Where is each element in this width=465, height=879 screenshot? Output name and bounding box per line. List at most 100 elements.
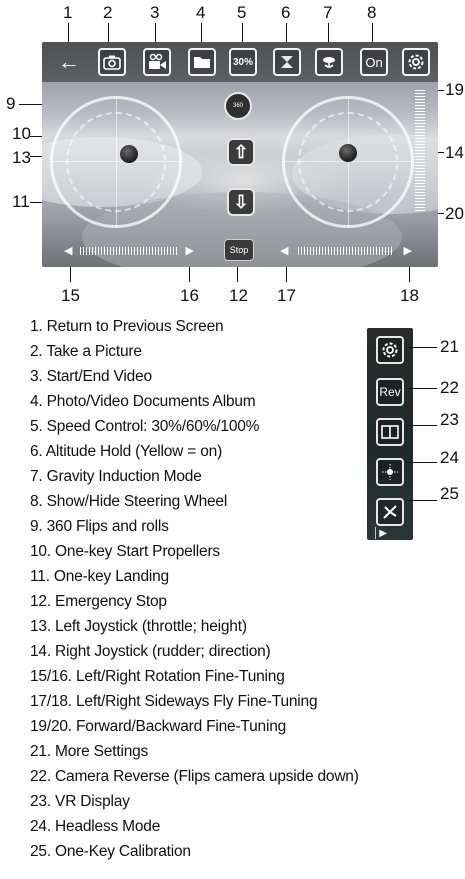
callout-12: 12 (229, 286, 248, 305)
leader-22 (407, 388, 437, 389)
stop-label: Stop (229, 245, 249, 255)
callout-10: 10 (12, 124, 31, 143)
legend-item-1: 1. Return to Previous Screen (30, 318, 224, 335)
camera-icon (103, 55, 121, 70)
camera-button[interactable] (98, 48, 126, 76)
landing-button[interactable]: ⇩ (227, 188, 255, 216)
sideways-right-arrow-icon[interactable]: ▶ (404, 245, 412, 257)
callout-16: 16 (180, 286, 199, 305)
flip-roll-label: 360 (232, 103, 243, 109)
settings-button[interactable] (402, 48, 430, 76)
callout-15: 15 (61, 286, 80, 305)
callout-8: 8 (367, 3, 377, 22)
legend-item-12: 12. Emergency Stop (30, 593, 167, 610)
callout-4: 4 (196, 3, 206, 22)
legend-item-13: 13. Left Joystick (throttle; height) (30, 618, 247, 635)
legend-item-3: 3. Start/End Video (30, 368, 152, 385)
back-arrow-icon[interactable]: ← (58, 51, 80, 73)
callout-20: 20 (445, 204, 464, 223)
folder-icon (194, 57, 210, 68)
legend-item-14: 14. Right Joystick (rudder; direction) (30, 643, 271, 660)
legend-item-19-20: 19/20. Forward/Backward Fine-Tuning (30, 718, 287, 735)
rev-label: Rev (379, 385, 401, 399)
steering-wheel-toggle[interactable]: On (360, 48, 388, 76)
callout-21: 21 (440, 337, 459, 356)
rotation-trim-scale (80, 247, 178, 255)
callout-14: 14 (445, 143, 464, 162)
legend-item-6: 6. Altitude Hold (Yellow = on) (30, 443, 223, 460)
app-screen: ← 30% On 360 ⇧ ⇩ Stop ◀ ▶ ◀ ▶ (42, 42, 438, 267)
arrow-down-icon: ⇩ (233, 192, 249, 212)
video-button[interactable] (143, 48, 171, 76)
legend-item-5: 5. Speed Control: 30%/60%/100% (30, 418, 260, 435)
right-joystick-knob[interactable] (339, 144, 357, 162)
arrow-up-icon: ⇧ (233, 142, 249, 162)
steering-toggle-label: On (365, 54, 383, 70)
vr-split-screen-icon (381, 425, 399, 439)
sideways-trim-scale (298, 247, 394, 255)
video-camera-icon (149, 53, 166, 69)
callout-19: 19 (445, 80, 464, 99)
start-propellers-button[interactable]: ⇧ (227, 138, 255, 166)
legend-item-15-16: 15/16. Left/Right Rotation Fine-Tuning (30, 668, 285, 685)
speed-control-button[interactable]: 30% (229, 48, 257, 76)
callout-2: 2 (103, 3, 113, 22)
callout-22: 22 (440, 378, 459, 397)
callout-1: 1 (63, 3, 73, 22)
leader-21 (407, 347, 437, 348)
legend-item-11: 11. One-key Landing (30, 568, 169, 585)
left-joystick-crosshair-v (116, 96, 117, 228)
callout-13: 13 (12, 148, 31, 167)
legend-item-8: 8. Show/Hide Steering Wheel (30, 493, 228, 510)
leader-25 (407, 500, 437, 501)
gravity-sensor-icon (323, 57, 335, 68)
vr-display-button[interactable] (376, 418, 404, 446)
leader-24 (407, 462, 437, 463)
legend-item-17-18: 17/18. Left/Right Sideways Fly Fine-Tuni… (30, 693, 318, 710)
callout-9: 9 (6, 94, 16, 113)
sideways-left-arrow-icon[interactable]: ◀ (280, 245, 288, 257)
leader-23 (407, 425, 437, 426)
legend-item-2: 2. Take a Picture (30, 343, 142, 360)
callout-3: 3 (150, 3, 160, 22)
legend-item-23: 23. VR Display (30, 793, 130, 810)
legend-item-7: 7. Gravity Induction Mode (30, 468, 202, 485)
panel-expand-arrow-icon[interactable]: │▶ (373, 528, 387, 539)
altitude-hold-button[interactable] (273, 48, 301, 76)
left-joystick-knob[interactable] (120, 145, 138, 163)
right-joystick-crosshair-v (348, 96, 349, 228)
callout-6: 6 (281, 3, 291, 22)
flip-roll-button[interactable]: 360 (224, 92, 252, 120)
forward-backward-trim[interactable] (415, 90, 425, 212)
sideways-trim[interactable]: ◀ ▶ (280, 245, 412, 257)
headless-mode-icon (382, 464, 398, 480)
gear-icon (408, 54, 424, 70)
callout-7: 7 (323, 3, 333, 22)
emergency-stop-button[interactable]: Stop (224, 239, 254, 261)
callout-24: 24 (440, 448, 459, 467)
gravity-induction-button[interactable] (315, 48, 343, 76)
altitude-hold-icon (281, 56, 293, 68)
legend-item-24: 24. Headless Mode (30, 818, 161, 835)
gear-icon (382, 342, 398, 358)
legend-item-4: 4. Photo/Video Documents Album (30, 393, 256, 410)
calibration-button[interactable] (376, 498, 404, 526)
legend-item-9: 9. 360 Flips and rolls (30, 518, 169, 535)
trim-left-arrow-icon[interactable]: ◀ (64, 245, 72, 257)
legend-item-10: 10. One-key Start Propellers (30, 543, 220, 560)
calibration-icon (383, 505, 397, 519)
trim-right-arrow-icon[interactable]: ▶ (186, 245, 194, 257)
camera-reverse-button[interactable]: Rev (376, 378, 404, 406)
album-button[interactable] (188, 48, 216, 76)
headless-mode-button[interactable] (376, 458, 404, 486)
speed-label: 30% (232, 56, 253, 68)
callout-23: 23 (440, 410, 459, 429)
callout-17: 17 (277, 286, 296, 305)
more-settings-button[interactable] (376, 336, 404, 364)
callout-25: 25 (440, 484, 459, 503)
callout-11: 11 (12, 192, 30, 211)
rotation-trim[interactable]: ◀ ▶ (64, 245, 194, 257)
legend-item-21: 21. More Settings (30, 743, 149, 760)
legend-item-22: 22. Camera Reverse (Flips camera upside … (30, 768, 359, 785)
more-settings-panel: Rev │▶ (367, 328, 413, 540)
